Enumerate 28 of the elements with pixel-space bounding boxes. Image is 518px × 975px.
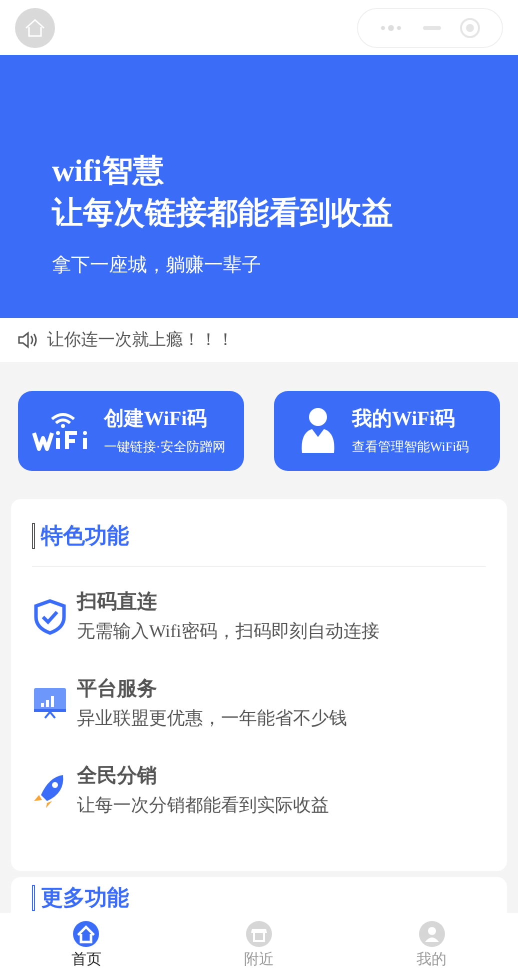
shield-check-icon	[32, 599, 66, 635]
minimize-icon	[422, 24, 442, 30]
speaker-icon	[17, 330, 39, 350]
banner-subtitle: 拿下一座城，躺赚一辈子	[52, 254, 262, 278]
feature-description: 异业联盟更优惠，一年能省不少钱	[77, 707, 347, 730]
home-icon	[73, 921, 100, 947]
section-heading: 更多功能	[41, 884, 129, 912]
tab-item[interactable]: 我的	[392, 921, 472, 972]
store-icon	[246, 921, 272, 947]
close-icon	[459, 16, 482, 38]
feature-title: 平台服务	[77, 677, 158, 702]
feature-description: 无需输入Wifi密码，扫码即刻自动连接	[77, 620, 380, 643]
feature-title: 全民分销	[77, 764, 158, 789]
banner-title: 让每次链接都能看到收益	[52, 194, 394, 232]
banner-title: wifi智慧	[52, 152, 165, 190]
person-icon	[300, 407, 336, 455]
feature-description: 让每一次分销都能看到实际收益	[77, 794, 329, 817]
chart-board-icon	[32, 686, 66, 720]
avatar-icon[interactable]	[15, 8, 55, 48]
capsule-menu[interactable]	[357, 8, 503, 48]
tab-item[interactable]: 首页	[46, 921, 126, 972]
section-heading: 特色功能	[41, 522, 129, 550]
notice-text: 让你连一次就上瘾！！！	[47, 329, 234, 352]
action-button[interactable]: 创建WiFi码 一键链接·安全防蹭网	[18, 391, 244, 471]
person-icon	[418, 921, 445, 947]
action-button[interactable]: 我的WiFi码 查看管理智能WiFi码	[274, 391, 500, 471]
feature-title: 扫码直连	[77, 590, 158, 615]
tab-item[interactable]: 附近	[218, 921, 299, 972]
